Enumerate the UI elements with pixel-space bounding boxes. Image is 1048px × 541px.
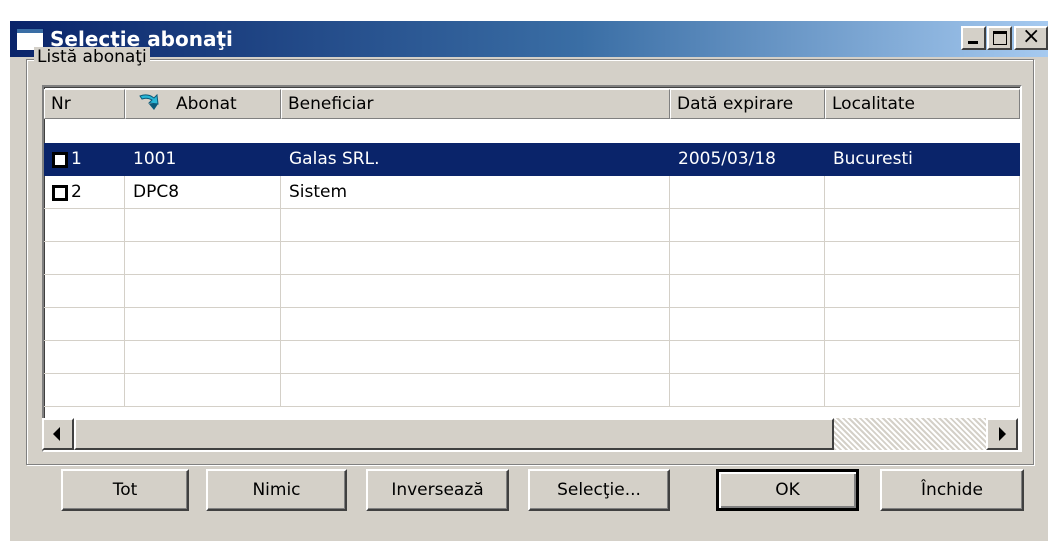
cell-data-expirare[interactable] [670, 176, 825, 209]
selectie-button-label: Selecţie... [557, 480, 641, 500]
empty-cell [44, 374, 125, 407]
scroll-left-button[interactable] [42, 418, 74, 450]
nimic-button[interactable]: Nimic [206, 469, 347, 511]
empty-cell [281, 209, 670, 242]
cell-data-expirare[interactable]: 2005/03/18 [670, 143, 825, 176]
nimic-button-label: Nimic [252, 480, 301, 500]
empty-cell [670, 209, 825, 242]
ok-button-label: OK [775, 480, 800, 500]
column-header-label: Beneficiar [288, 94, 374, 114]
empty-cell [670, 374, 825, 407]
empty-cell [125, 275, 281, 308]
empty-cell [670, 341, 825, 374]
tot-button-label: Tot [112, 480, 138, 500]
empty-cell [825, 275, 1020, 308]
empty-cell [825, 374, 1020, 407]
empty-cell [281, 275, 670, 308]
empty-cell [44, 308, 125, 341]
inverseaza-button-label: Inversează [391, 480, 484, 500]
empty-cell [125, 308, 281, 341]
cell-abonat[interactable]: DPC8 [125, 176, 281, 209]
cell-nr[interactable]: 2 [44, 176, 125, 209]
empty-cell [44, 209, 125, 242]
cell-beneficiar[interactable]: Sistem [281, 176, 670, 209]
close-icon: × [1022, 24, 1041, 49]
empty-cell [281, 341, 670, 374]
scroll-track[interactable] [834, 418, 986, 450]
ok-button[interactable]: OK [716, 469, 859, 511]
row-number: 2 [71, 182, 82, 202]
empty-cell [825, 242, 1020, 275]
row-number: 1 [71, 149, 82, 169]
maximize-button[interactable] [987, 26, 1012, 50]
inchide-button-label: Închide [921, 480, 983, 500]
column-header-label: Nr [51, 94, 71, 114]
cell-abonat[interactable]: 1001 [125, 143, 281, 176]
sort-arrow-icon [139, 93, 159, 110]
empty-cell [670, 242, 825, 275]
empty-cell [825, 308, 1020, 341]
column-header-label: Localitate [832, 94, 915, 114]
column-header-data-expirare[interactable]: Dată expirare [670, 89, 825, 119]
close-button[interactable]: × [1014, 24, 1048, 50]
cell-localitate[interactable]: Bucuresti [825, 143, 1020, 176]
selectie-button[interactable]: Selecţie... [528, 469, 670, 511]
group-label: Listă abonaţi [34, 47, 150, 67]
inchide-button[interactable]: Închide [880, 469, 1024, 511]
title-bar[interactable]: Selecţie abonaţi × [10, 21, 1048, 57]
row-checkbox[interactable] [52, 152, 68, 168]
column-header-nr[interactable]: Nr [44, 89, 125, 119]
empty-cell [125, 242, 281, 275]
empty-cell [281, 308, 670, 341]
inverseaza-button[interactable]: Inversează [366, 469, 509, 511]
horizontal-scrollbar[interactable] [42, 418, 1018, 450]
column-header-localitate[interactable]: Localitate [825, 89, 1020, 119]
empty-cell [670, 275, 825, 308]
tot-button[interactable]: Tot [61, 469, 189, 511]
scroll-right-button[interactable] [986, 418, 1018, 450]
empty-cell [44, 242, 125, 275]
column-header-beneficiar[interactable]: Beneficiar [281, 89, 670, 119]
empty-cell [825, 341, 1020, 374]
empty-cell [44, 341, 125, 374]
empty-cell [825, 209, 1020, 242]
empty-cell [125, 374, 281, 407]
row-checkbox[interactable] [52, 185, 68, 201]
cell-nr[interactable]: 1 [44, 143, 125, 176]
cell-localitate[interactable] [825, 176, 1020, 209]
empty-cell [281, 374, 670, 407]
empty-cell [670, 308, 825, 341]
scroll-thumb[interactable] [74, 418, 834, 450]
cell-beneficiar[interactable]: Galas SRL. [281, 143, 670, 176]
column-header-label: Dată expirare [677, 94, 794, 114]
column-header-abonat[interactable]: Abonat [125, 89, 281, 119]
minimize-button[interactable] [961, 26, 986, 50]
empty-cell [125, 341, 281, 374]
empty-cell [125, 209, 281, 242]
empty-cell [44, 275, 125, 308]
subscribers-grid[interactable]: Nr Abonat Beneficiar Dată expirare Local… [42, 85, 1022, 452]
column-header-label: Abonat [176, 94, 237, 114]
empty-cell [281, 242, 670, 275]
